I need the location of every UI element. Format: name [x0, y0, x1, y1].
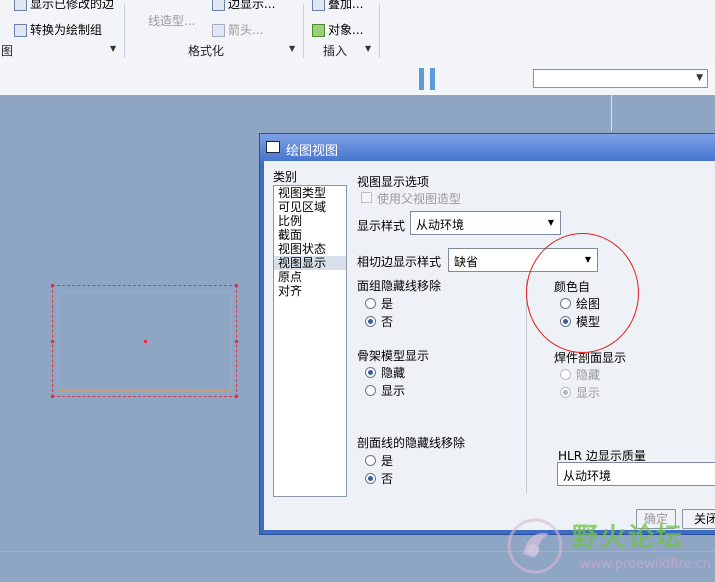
skeleton-hide-radio[interactable]: [365, 367, 376, 378]
watermark-url: www.proewildfire.cn: [580, 557, 711, 572]
use-parent-style-label: 使用父视图造型: [377, 192, 462, 206]
group-format-expand-icon[interactable]: ▼: [289, 44, 295, 53]
canvas-divider: [611, 95, 612, 131]
tangent-style-value: 缺省: [454, 255, 479, 269]
group-separator: [379, 4, 380, 58]
group-label-format: 格式化: [188, 44, 225, 58]
dialog-title: 绘图视图: [286, 144, 339, 159]
selection-handle[interactable]: [235, 284, 238, 287]
edge-display-button[interactable]: 边显示...: [212, 0, 275, 12]
skeleton-show-radio[interactable]: [365, 385, 376, 396]
selection-handle[interactable]: [51, 340, 54, 343]
section-line-no-radio[interactable]: [365, 473, 376, 484]
category-label: 类别: [273, 170, 298, 184]
category-item-origin[interactable]: 原点: [274, 270, 346, 284]
object-button[interactable]: 对象...: [312, 21, 363, 38]
display-style-value: 从动环境: [416, 218, 465, 232]
dialog-window-icon: [266, 141, 280, 153]
category-item-scale[interactable]: 比例: [274, 214, 346, 228]
selection-handle[interactable]: [235, 340, 238, 343]
section-line-title: 剖面线的隐藏线移除: [357, 436, 466, 450]
group-separator: [124, 4, 125, 58]
arrow-button: 箭头...: [212, 21, 263, 38]
hlr-quality-dropdown[interactable]: 从动环境 ▼: [557, 462, 715, 486]
category-item-visible-area[interactable]: 可见区域: [274, 200, 346, 214]
close-button[interactable]: 关闭: [682, 509, 715, 529]
category-item-section[interactable]: 截面: [274, 228, 346, 242]
convert-to-draft-group-button[interactable]: 转换为绘制组: [14, 21, 102, 38]
skeleton-title: 骨架模型显示: [357, 349, 430, 363]
drawing-view-dialog: 绘图视图 类别 视图类型 可见区域 比例 截面 视图状态 视图显示 原点 对齐 …: [259, 133, 715, 535]
category-item-view-display[interactable]: 视图显示: [274, 256, 346, 270]
object-icon: [312, 24, 325, 37]
selection-handle[interactable]: [235, 395, 238, 398]
group-view-expand-icon[interactable]: ▼: [110, 44, 116, 53]
skeleton-hide-label: 隐藏: [381, 366, 406, 380]
category-list[interactable]: 视图类型 可见区域 比例 截面 视图状态 视图显示 原点 对齐: [273, 185, 347, 497]
pause-icon-bar-right[interactable]: [430, 68, 435, 90]
group-separator: [303, 4, 304, 58]
show-modified-edges-button[interactable]: 显示已修改的边: [14, 0, 114, 12]
weld-show-radio: [560, 387, 571, 398]
weld-hide-label: 隐藏: [576, 368, 601, 382]
selection-handle[interactable]: [51, 284, 54, 287]
dialog-body: 类别 视图类型 可见区域 比例 截面 视图状态 视图显示 原点 对齐 视图显示选…: [264, 161, 715, 530]
face-group-yes-label: 是: [381, 297, 394, 311]
skeleton-show-label: 显示: [381, 384, 406, 398]
face-group-yes-radio[interactable]: [365, 298, 376, 309]
drawing-view-outline[interactable]: [51, 284, 238, 398]
edge-display-icon: [212, 0, 225, 11]
weld-show-label: 显示: [576, 386, 601, 400]
category-item-view-type[interactable]: 视图类型: [274, 186, 346, 200]
group-insert-expand-icon[interactable]: ▼: [365, 44, 371, 53]
face-group-no-radio[interactable]: [365, 316, 376, 327]
chevron-down-icon: ▼: [547, 218, 554, 227]
watermark-text: 野火论坛: [572, 523, 685, 553]
section-line-yes-radio[interactable]: [365, 455, 376, 466]
filter-dropdown[interactable]: ▼: [533, 69, 708, 88]
section-title: 视图显示选项: [357, 175, 430, 189]
ribbon-toolbar: 显示已修改的边 转换为绘制组 图 ▼ 线造型... 边显示... 箭头... 格…: [0, 0, 715, 61]
line-style-button: 线造型...: [148, 14, 196, 28]
group-label-view: 图: [1, 44, 14, 58]
overlay-icon: [312, 0, 325, 11]
watermark-logo-icon: [507, 518, 563, 574]
arrow-icon: [212, 24, 225, 37]
section-line-no-label: 否: [381, 472, 394, 486]
highlight-circle-annotation: [526, 233, 639, 353]
display-style-label: 显示样式: [357, 219, 406, 233]
category-item-view-states[interactable]: 视图状态: [274, 242, 346, 256]
column-divider: [526, 279, 527, 493]
overlay-button[interactable]: 叠加...: [312, 0, 363, 12]
pause-icon-bar-left[interactable]: [419, 68, 424, 90]
tangent-style-label: 相切边显示样式: [357, 255, 442, 269]
section-line-yes-label: 是: [381, 454, 394, 468]
view-origin-point[interactable]: [144, 340, 147, 343]
group-label-insert: 插入: [323, 44, 348, 58]
face-group-title: 面组隐藏线移除: [357, 279, 442, 293]
convert-group-icon: [14, 24, 27, 37]
hlr-quality-value: 从动环境: [563, 469, 612, 483]
modified-edges-icon: [14, 0, 27, 11]
weld-hide-radio: [560, 369, 571, 380]
category-item-alignment[interactable]: 对齐: [274, 284, 346, 298]
selection-handle[interactable]: [51, 395, 54, 398]
display-style-dropdown[interactable]: 从动环境 ▼: [410, 211, 561, 235]
dialog-titlebar[interactable]: 绘图视图: [260, 134, 715, 161]
face-group-no-label: 否: [381, 315, 394, 329]
use-parent-style-checkbox: [361, 192, 372, 203]
chevron-down-icon: ▼: [696, 73, 703, 83]
